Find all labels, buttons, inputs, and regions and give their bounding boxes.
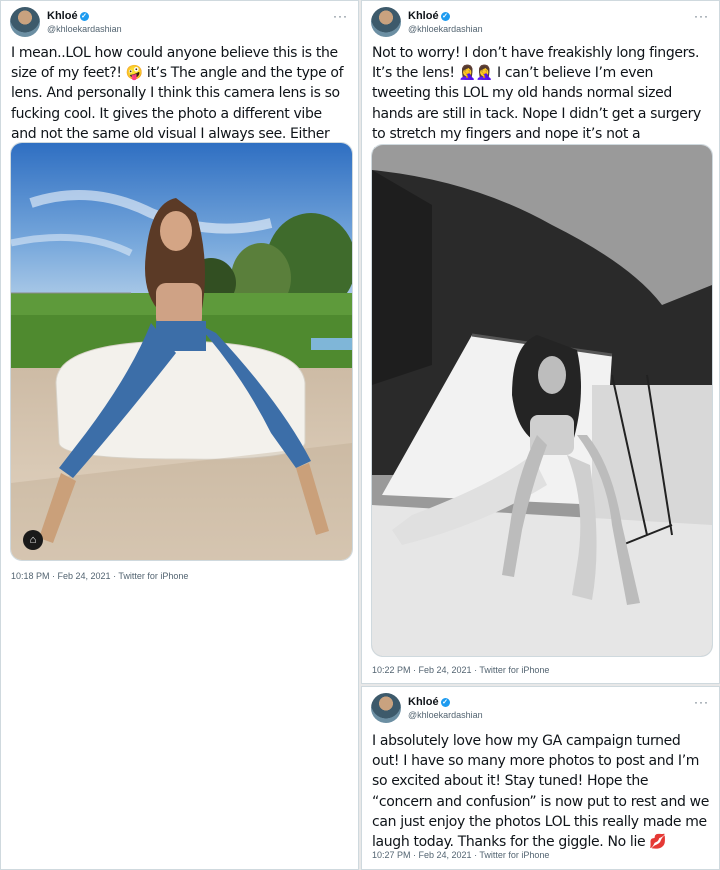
tweet-text: I absolutely love how my GA campaign tur…	[372, 733, 714, 851]
tweet-timestamp[interactable]: 10:27 PM · Feb 24, 2021 · Twitter for iP…	[372, 850, 549, 860]
avatar[interactable]	[371, 693, 401, 723]
tweet-1[interactable]: Khloé ✓ @khloekardashian ··· I mean..LOL …	[0, 0, 359, 870]
tweet-header: Khloé ✓ @khloekardashian ···	[371, 693, 709, 725]
author-name[interactable]: Khloé ✓	[408, 696, 450, 708]
tweet-timestamp[interactable]: 10:22 PM · Feb 24, 2021 · Twitter for iP…	[372, 665, 549, 675]
tweet-photo[interactable]	[371, 144, 713, 657]
author-handle[interactable]: @khloekardashian	[408, 710, 483, 720]
shopping-bag-icon[interactable]: ⌂	[23, 530, 43, 550]
verified-badge-icon: ✓	[440, 698, 450, 707]
photo-studio-model-bw	[372, 145, 712, 656]
verified-badge-icon: ✓	[440, 12, 450, 21]
tweet-timestamp[interactable]: 10:18 PM · Feb 24, 2021 · Twitter for iP…	[11, 571, 188, 581]
more-options-icon[interactable]: ···	[333, 9, 348, 23]
author-handle[interactable]: @khloekardashian	[408, 24, 483, 34]
author-name-text: Khloé	[408, 10, 439, 22]
tweet-3[interactable]: Khloé ✓ @khloekardashian ··· I absolutely…	[361, 686, 720, 870]
photo-poolside-model	[11, 143, 352, 560]
avatar[interactable]	[10, 7, 40, 37]
verified-badge-icon: ✓	[79, 12, 89, 21]
tweet-2[interactable]: Khloé ✓ @khloekardashian ··· Not to worry…	[361, 0, 720, 684]
author-name[interactable]: Khloé ✓	[47, 10, 89, 22]
author-name-text: Khloé	[47, 10, 78, 22]
more-options-icon[interactable]: ···	[694, 9, 709, 23]
avatar[interactable]	[371, 7, 401, 37]
more-options-icon[interactable]: ···	[694, 695, 709, 709]
tweet-header: Khloé ✓ @khloekardashian ···	[10, 7, 348, 39]
author-name[interactable]: Khloé ✓	[408, 10, 450, 22]
author-handle[interactable]: @khloekardashian	[47, 24, 122, 34]
tweet-photo[interactable]: ⌂	[10, 142, 353, 561]
tweet-header: Khloé ✓ @khloekardashian ···	[371, 7, 709, 39]
author-name-text: Khloé	[408, 696, 439, 708]
